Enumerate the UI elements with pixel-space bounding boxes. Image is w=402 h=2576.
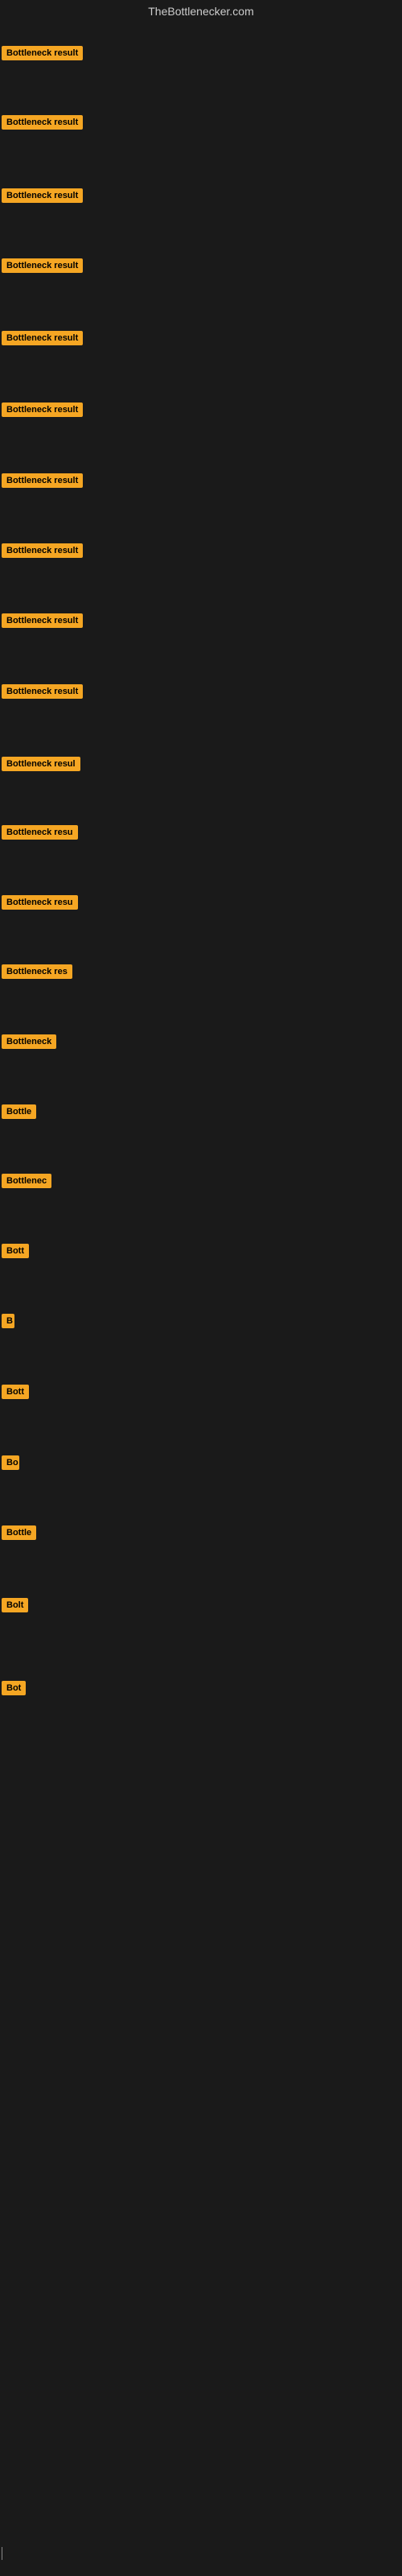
bottleneck-badge-9[interactable]: Bottleneck result bbox=[2, 613, 83, 628]
bottleneck-badge-21[interactable]: Bo bbox=[2, 1455, 19, 1470]
bottleneck-badge-19[interactable]: B bbox=[2, 1314, 14, 1328]
bottleneck-badge-row-19: B bbox=[2, 1314, 14, 1332]
bottleneck-badge-22[interactable]: Bottle bbox=[2, 1525, 36, 1540]
bottleneck-badge-row-16: Bottle bbox=[2, 1104, 36, 1123]
bottleneck-badge-18[interactable]: Bott bbox=[2, 1244, 29, 1258]
bottleneck-badge-row-9: Bottleneck result bbox=[2, 613, 83, 632]
bottleneck-badge-row-10: Bottleneck result bbox=[2, 684, 83, 703]
bottleneck-badge-3[interactable]: Bottleneck result bbox=[2, 188, 83, 203]
bottleneck-badge-row-20: Bott bbox=[2, 1385, 29, 1403]
bottleneck-badge-6[interactable]: Bottleneck result bbox=[2, 402, 83, 417]
bottleneck-badge-16[interactable]: Bottle bbox=[2, 1104, 36, 1119]
bottleneck-badge-20[interactable]: Bott bbox=[2, 1385, 29, 1399]
bottleneck-badge-row-22: Bottle bbox=[2, 1525, 36, 1544]
bottleneck-badge-24[interactable]: Bot bbox=[2, 1681, 26, 1695]
bottleneck-badge-row-3: Bottleneck result bbox=[2, 188, 83, 207]
bottleneck-badge-row-1: Bottleneck result bbox=[2, 46, 83, 64]
bottleneck-badge-1[interactable]: Bottleneck result bbox=[2, 46, 83, 60]
bottleneck-badge-row-2: Bottleneck result bbox=[2, 115, 83, 134]
bottleneck-badge-23[interactable]: Bolt bbox=[2, 1598, 28, 1612]
bottleneck-badge-row-15: Bottleneck bbox=[2, 1034, 56, 1053]
bottleneck-badge-row-7: Bottleneck result bbox=[2, 473, 83, 492]
bottleneck-badge-row-23: Bolt bbox=[2, 1598, 28, 1616]
bottleneck-badge-row-8: Bottleneck result bbox=[2, 543, 83, 562]
bottleneck-badge-2[interactable]: Bottleneck result bbox=[2, 115, 83, 130]
bottleneck-badge-8[interactable]: Bottleneck result bbox=[2, 543, 83, 558]
bottleneck-badge-4[interactable]: Bottleneck result bbox=[2, 258, 83, 273]
site-title: TheBottlenecker.com bbox=[0, 0, 402, 23]
bottleneck-badge-row-11: Bottleneck resul bbox=[2, 757, 80, 775]
bottleneck-badge-row-18: Bott bbox=[2, 1244, 29, 1262]
bottleneck-badge-row-21: Bo bbox=[2, 1455, 19, 1474]
bottleneck-badge-row-12: Bottleneck resu bbox=[2, 825, 78, 844]
bottleneck-badge-13[interactable]: Bottleneck resu bbox=[2, 895, 78, 910]
bottleneck-badge-row-17: Bottlenec bbox=[2, 1174, 51, 1192]
bottleneck-badge-row-14: Bottleneck res bbox=[2, 964, 72, 983]
bottleneck-badge-15[interactable]: Bottleneck bbox=[2, 1034, 56, 1049]
bottleneck-badge-5[interactable]: Bottleneck result bbox=[2, 331, 83, 345]
bottleneck-badge-10[interactable]: Bottleneck result bbox=[2, 684, 83, 699]
bottleneck-badge-17[interactable]: Bottlenec bbox=[2, 1174, 51, 1188]
bottleneck-badge-row-6: Bottleneck result bbox=[2, 402, 83, 421]
bottleneck-badge-12[interactable]: Bottleneck resu bbox=[2, 825, 78, 840]
bottleneck-badge-row-24: Bot bbox=[2, 1681, 26, 1699]
bottleneck-badge-7[interactable]: Bottleneck result bbox=[2, 473, 83, 488]
bottleneck-badge-row-5: Bottleneck result bbox=[2, 331, 83, 349]
bottleneck-badge-14[interactable]: Bottleneck res bbox=[2, 964, 72, 979]
bottleneck-badge-row-13: Bottleneck resu bbox=[2, 895, 78, 914]
bottleneck-badge-11[interactable]: Bottleneck resul bbox=[2, 757, 80, 771]
bottleneck-badge-row-4: Bottleneck result bbox=[2, 258, 83, 277]
